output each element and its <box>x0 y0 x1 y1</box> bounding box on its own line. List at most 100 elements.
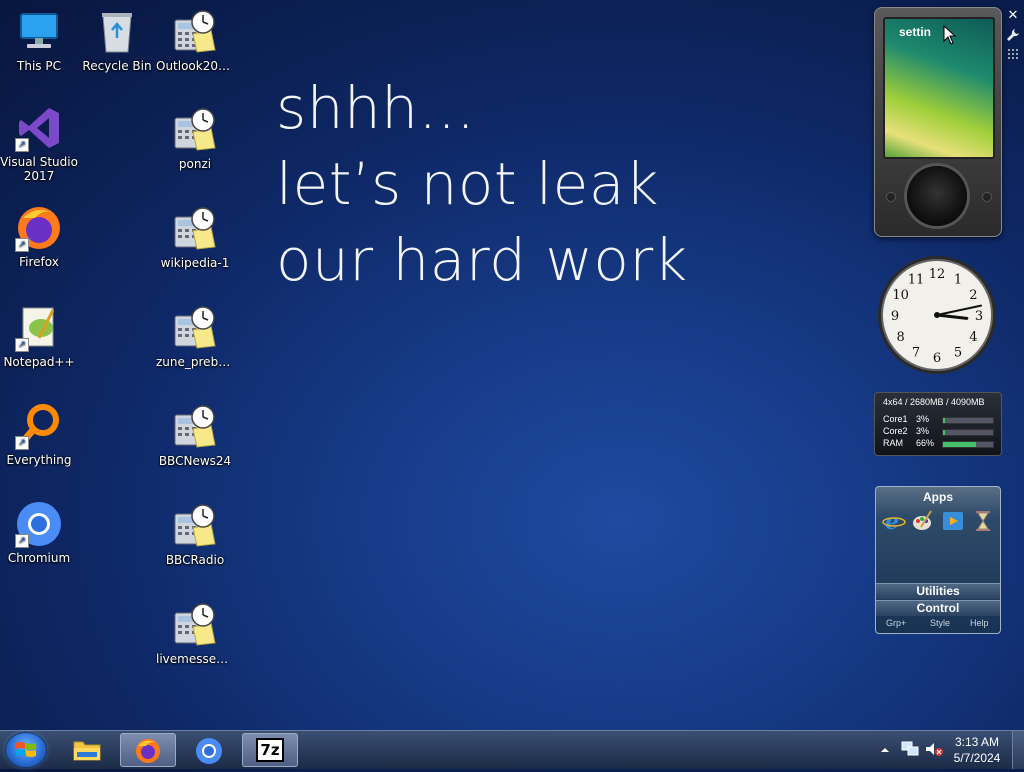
desktop-icon-recycle-bin[interactable]: Recycle Bin <box>78 8 156 73</box>
clock-numeral: 2 <box>969 288 977 303</box>
apps-section-utilities[interactable]: Utilities <box>876 583 1000 599</box>
apps-footer-style[interactable]: Style <box>930 618 950 628</box>
cpu-row-bar <box>942 441 994 448</box>
clock-numeral: 3 <box>975 309 983 324</box>
calculator-clock-icon <box>171 106 219 154</box>
zune-screen-label: settin <box>899 25 932 39</box>
desktop-icon-label: This PC <box>17 59 61 73</box>
network-icon <box>901 741 919 756</box>
gadget-drag-handle-icon[interactable] <box>1005 48 1021 64</box>
desktop-icon-label: Notepad++ <box>3 355 75 369</box>
desktop-icon-label: Visual Studio 2017 <box>0 155 78 183</box>
desktop-icon-everything[interactable]: ↗ Everything <box>0 402 78 467</box>
cpu-row-name: Core1 <box>883 414 908 424</box>
slogan-line-1: shhh... <box>276 74 476 142</box>
apps-footer-group-add[interactable]: Grp+ <box>886 618 906 628</box>
calculator-clock-icon <box>171 304 219 352</box>
desktop-icon-chromium[interactable]: ↗ Chromium <box>0 500 78 565</box>
zune-back-button[interactable] <box>886 192 896 202</box>
firefox-icon: ↗ <box>15 204 63 252</box>
shortcut-arrow-icon: ↗ <box>15 238 29 252</box>
clock-numeral: 5 <box>954 345 962 360</box>
calculator-clock-icon <box>171 8 219 56</box>
desktop-icon-label: livemessen... <box>156 652 234 666</box>
media-player-icon[interactable] <box>941 509 965 533</box>
clock-numeral: 11 <box>908 273 925 288</box>
desktop-icon-firefox[interactable]: ↗ Firefox <box>0 204 78 269</box>
hourglass-icon[interactable] <box>971 509 995 533</box>
apps-section-control[interactable]: Control <box>876 600 1000 616</box>
clock-numeral: 12 <box>929 267 946 282</box>
desktop-icon-ponzi[interactable]: ponzi <box>156 106 234 171</box>
wallpaper-slogan: shhh... let’s not leak our hard work <box>276 70 688 298</box>
desktop-icon-notepadpp[interactable]: ↗ Notepad++ <box>0 304 78 369</box>
tray-network-button[interactable] <box>898 731 920 769</box>
folder-icon <box>73 741 101 761</box>
app-launcher-gadget[interactable]: Apps e Utilities Control Grp+ Style Help <box>875 486 1001 634</box>
taskbar-file-explorer-button[interactable] <box>59 733 115 767</box>
volume-muted-icon <box>926 743 943 756</box>
shortcut-arrow-icon: ↗ <box>15 436 29 450</box>
gadget-close-icon[interactable]: ✕ <box>1005 8 1021 24</box>
cpu-row-value: 3% <box>916 414 930 424</box>
clock-gadget[interactable]: 12 1 2 3 4 5 6 7 8 9 10 11 <box>876 254 998 376</box>
slogan-line-2: let’s not leak <box>276 150 659 218</box>
calculator-clock-icon <box>171 403 219 451</box>
tray-volume-button[interactable] <box>922 731 944 769</box>
windows-logo-icon <box>16 742 36 757</box>
paint-icon[interactable] <box>911 509 935 533</box>
start-orb-button[interactable] <box>6 733 46 767</box>
clock-numeral: 4 <box>969 330 977 345</box>
cpu-meter-header: 4x64 / 2680MB / 4090MB <box>883 397 985 407</box>
desktop-icon-zune-prebuilt[interactable]: zune_prebui... <box>156 304 234 369</box>
everything-search-icon: ↗ <box>15 402 63 450</box>
desktop-icon-label: Outlook200... <box>156 59 234 73</box>
cpu-row-bar <box>942 429 994 436</box>
cpu-row-value: 3% <box>916 426 930 436</box>
cpu-row-bar-fill <box>943 442 976 447</box>
tray-clock[interactable]: 3:13 AM 5/7/2024 <box>952 734 1002 772</box>
cpu-meter-row: Core1 3% <box>883 414 995 425</box>
computer-icon <box>15 8 63 56</box>
taskbar: 7z 3:13 AM 5/7/2024 <box>0 730 1024 769</box>
notepadpp-icon: ↗ <box>15 304 63 352</box>
calculator-clock-icon <box>171 601 219 649</box>
desktop-icon-bbcradio[interactable]: BBCRadio <box>156 502 234 567</box>
desktop-icon-bbcnews24[interactable]: BBCNews24 <box>156 403 234 468</box>
chromium-icon <box>196 738 222 764</box>
tray-time: 3:13 AM <box>954 735 1000 749</box>
desktop-icon-label: BBCNews24 <box>158 454 232 468</box>
internet-explorer-icon[interactable]: e <box>882 509 906 535</box>
gadget-options-wrench-icon[interactable] <box>1005 28 1021 44</box>
cpu-meter-row: RAM 66% <box>883 438 995 449</box>
desktop-icon-label: wikipedia-1 <box>160 256 230 270</box>
zune-squircle-pad[interactable] <box>907 166 967 226</box>
desktop-icon-wikipedia-1[interactable]: wikipedia-1 <box>156 205 234 270</box>
cpu-row-bar-fill <box>943 430 945 435</box>
cpu-meter-gadget[interactable]: 4x64 / 2680MB / 4090MB Core1 3% Core2 3%… <box>874 392 1002 456</box>
clock-numeral: 7 <box>912 345 920 360</box>
shortcut-arrow-icon: ↗ <box>15 534 29 548</box>
desktop-icon-outlook2003[interactable]: Outlook200... <box>156 8 234 73</box>
tray-date: 5/7/2024 <box>953 751 1001 765</box>
cpu-row-name: Core2 <box>883 426 908 436</box>
cpu-row-name: RAM <box>883 438 903 448</box>
zune-gadget[interactable]: settin <box>874 7 1002 237</box>
taskbar-7zip-button[interactable]: 7z <box>242 733 298 767</box>
cpu-row-bar-fill <box>943 418 945 423</box>
zune-play-button[interactable] <box>982 192 992 202</box>
calculator-clock-icon <box>171 502 219 550</box>
taskbar-firefox-button[interactable] <box>120 733 176 767</box>
desktop-icon-label: Chromium <box>7 551 71 565</box>
desktop-icon-this-pc[interactable]: This PC <box>0 8 78 73</box>
mouse-cursor-icon <box>943 25 957 45</box>
apps-footer-help[interactable]: Help <box>970 618 989 628</box>
desktop-icon-visual-studio[interactable]: ↗ Visual Studio 2017 <box>0 104 78 183</box>
cpu-row-bar <box>942 417 994 424</box>
show-desktop-button[interactable] <box>1012 731 1024 769</box>
tray-show-hidden-icons-button[interactable] <box>878 731 892 769</box>
zune-screen[interactable]: settin <box>883 17 995 159</box>
desktop-icon-label: BBCRadio <box>165 553 225 567</box>
desktop-icon-livemessenger[interactable]: livemessen... <box>156 601 234 666</box>
taskbar-chromium-button[interactable] <box>181 733 237 767</box>
